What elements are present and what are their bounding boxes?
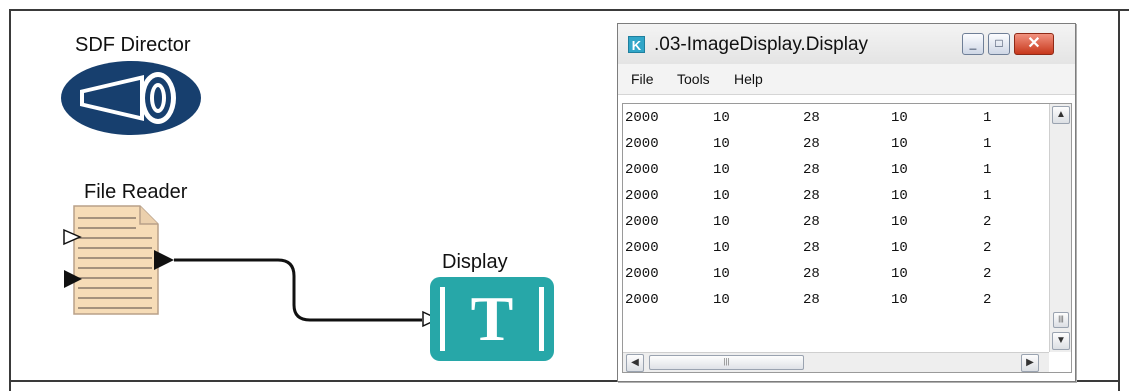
table-cell: 10: [713, 240, 730, 256]
file-reader-input-ports[interactable]: [62, 226, 86, 296]
scroll-down-button[interactable]: ▼: [1052, 332, 1070, 350]
app-k-icon: K: [628, 36, 645, 53]
connection-line[interactable]: [170, 250, 440, 330]
director-label: SDF Director: [75, 34, 191, 56]
table-cell: 10: [713, 266, 730, 282]
workflow-canvas: SDF Director File Reader Display T K .03…: [0, 0, 1129, 391]
display-window[interactable]: K .03-ImageDisplay.Display _ □ ✕ File To…: [617, 23, 1076, 382]
table-cell: 10: [891, 240, 908, 256]
menu-help[interactable]: Help: [734, 71, 763, 87]
table-cell: 2000: [625, 214, 659, 230]
file-reader-label: File Reader: [84, 181, 188, 203]
menu-tools[interactable]: Tools: [677, 71, 710, 87]
table-cell: 10: [713, 214, 730, 230]
canvas-border-right: [1118, 9, 1120, 391]
table-cell: 10: [891, 110, 908, 126]
table-cell: 2000: [625, 162, 659, 178]
table-cell: 28: [803, 240, 820, 256]
scroll-right-button[interactable]: ▶: [1021, 354, 1039, 372]
menu-bar: File Tools Help: [618, 64, 1075, 95]
table-cell: 10: [713, 292, 730, 308]
table-cell: 10: [891, 188, 908, 204]
table-cell: 1: [983, 136, 992, 152]
table-cell: 2: [983, 292, 992, 308]
table-cell: 2: [983, 266, 992, 282]
table-cell: 10: [891, 292, 908, 308]
table-cell: 10: [891, 162, 908, 178]
table-cell: 2000: [625, 266, 659, 282]
window-titlebar[interactable]: K .03-ImageDisplay.Display _ □ ✕: [618, 24, 1075, 64]
table-cell: 1: [983, 110, 992, 126]
table-cell: 10: [713, 188, 730, 204]
close-button[interactable]: ✕: [1014, 33, 1054, 55]
table-cell: 2000: [625, 292, 659, 308]
scroll-grip[interactable]: |||: [1053, 312, 1069, 328]
vertical-scrollbar[interactable]: ▲ ▼ |||: [1049, 104, 1071, 352]
table-cell: 28: [803, 110, 820, 126]
menu-file[interactable]: File: [631, 71, 654, 87]
table-cell: 10: [713, 136, 730, 152]
scroll-up-button[interactable]: ▲: [1052, 106, 1070, 124]
table-cell: 2: [983, 240, 992, 256]
table-cell: 10: [891, 136, 908, 152]
table-cell: 28: [803, 266, 820, 282]
table-cell: 2: [983, 214, 992, 230]
table-cell: 2000: [625, 240, 659, 256]
director-icon[interactable]: [60, 60, 203, 136]
maximize-button[interactable]: □: [988, 33, 1010, 55]
table-cell: 10: [713, 110, 730, 126]
horizontal-scroll-thumb[interactable]: |||: [649, 355, 804, 370]
output-text-area[interactable]: 2000 10 28 10 1 2000 10 28 10 1 2000 10 28 10 1 2000 10 2…: [622, 103, 1072, 373]
window-title: .03-ImageDisplay.Display: [654, 34, 869, 55]
table-cell: 28: [803, 188, 820, 204]
scroll-left-button[interactable]: ◀: [626, 354, 644, 372]
table-cell: 10: [891, 214, 908, 230]
table-cell: 2000: [625, 188, 659, 204]
display-label: Display: [442, 251, 508, 273]
minimize-button[interactable]: _: [962, 33, 984, 55]
table-cell: 2000: [625, 136, 659, 152]
table-cell: 10: [713, 162, 730, 178]
horizontal-scrollbar[interactable]: ◀ ||| ▶: [623, 352, 1049, 372]
table-cell: 1: [983, 162, 992, 178]
table-cell: 28: [803, 136, 820, 152]
table-cell: 1: [983, 188, 992, 204]
table-cell: 28: [803, 292, 820, 308]
table-cell: 28: [803, 162, 820, 178]
display-t-glyph: T: [470, 283, 514, 354]
table-cell: 2000: [625, 110, 659, 126]
table-cell: 28: [803, 214, 820, 230]
table-cell: 10: [891, 266, 908, 282]
